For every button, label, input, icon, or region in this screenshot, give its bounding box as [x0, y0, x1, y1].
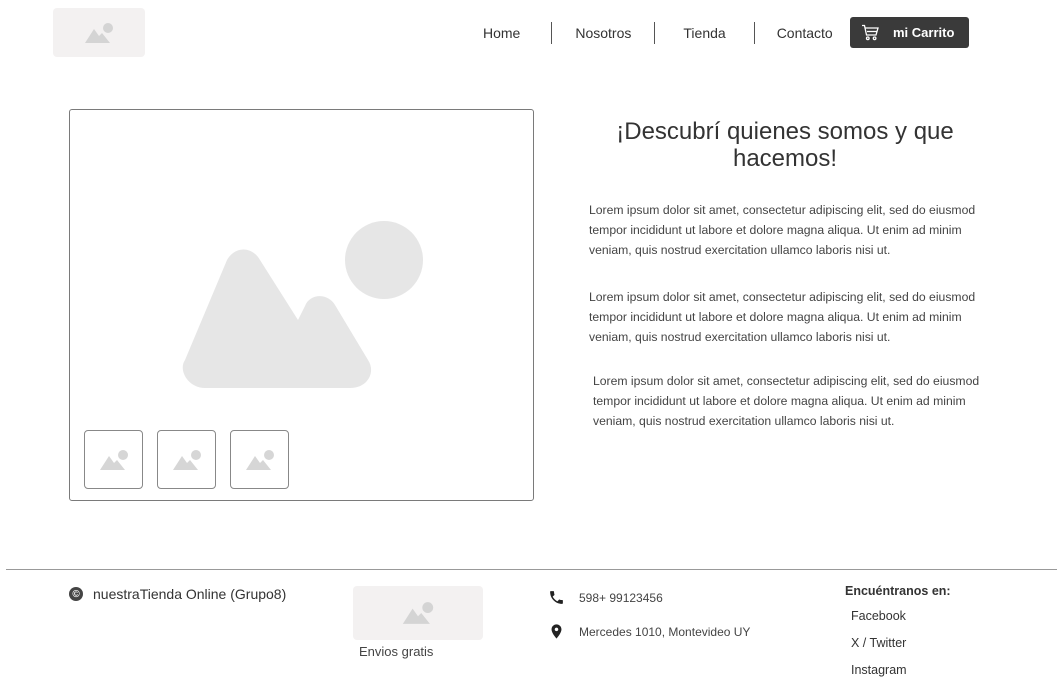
cart-button[interactable]: mi Carrito: [850, 17, 969, 48]
image-placeholder-icon: [172, 449, 201, 470]
about-paragraph: Lorem ipsum dolor sit amet, consectetur …: [589, 203, 976, 257]
image-placeholder-icon: [85, 22, 113, 43]
social-link-twitter[interactable]: X / Twitter: [851, 636, 906, 650]
main-nav: Home Nosotros Tienda Contacto: [466, 17, 833, 48]
footer-divider: [6, 569, 1057, 570]
contact-phone[interactable]: 598+ 99123456: [548, 589, 663, 606]
page-title: ¡Descubrí quienes somos y que hacemos!: [616, 118, 954, 172]
phone-icon: [550, 591, 563, 604]
cart-icon: [862, 24, 879, 41]
about-paragraph: Lorem ipsum dolor sit amet, consectetur …: [593, 374, 980, 428]
copyright-icon: ©: [69, 587, 83, 601]
footer-brand: © nuestraTienda Online (Grupo8): [69, 586, 286, 602]
shipping-image: [353, 586, 483, 640]
nav-contacto[interactable]: Contacto: [777, 25, 833, 41]
social-heading: Encuéntranos en:: [845, 584, 951, 598]
phone-number: 598+ 99123456: [579, 590, 663, 605]
nav-divider: [654, 21, 656, 44]
product-gallery: [69, 109, 534, 501]
address-text: Mercedes 1010, Montevideo UY: [579, 624, 751, 639]
location-pin-icon: [551, 624, 562, 639]
about-paragraph: Lorem ipsum dolor sit amet, consectetur …: [589, 290, 976, 344]
site-logo[interactable]: [53, 8, 145, 57]
thumbnail[interactable]: [230, 430, 289, 489]
image-placeholder-icon: [99, 449, 128, 470]
social-link-facebook[interactable]: Facebook: [851, 609, 906, 623]
shipping-label: Envios gratis: [359, 644, 434, 659]
nav-home[interactable]: Home: [483, 25, 520, 41]
contact-address[interactable]: Mercedes 1010, Montevideo UY: [548, 623, 750, 640]
image-placeholder-icon: [245, 449, 274, 470]
nav-tienda[interactable]: Tienda: [683, 25, 725, 41]
thumbnail-strip: [84, 430, 289, 489]
nav-divider: [753, 21, 755, 44]
brand-name: nuestraTienda Online (Grupo8): [93, 586, 287, 602]
image-placeholder-icon: [182, 221, 423, 388]
nav-divider: [551, 21, 553, 44]
thumbnail[interactable]: [157, 430, 216, 489]
cart-label: mi Carrito: [893, 25, 955, 40]
thumbnail[interactable]: [84, 430, 143, 489]
social-link-instagram[interactable]: Instagram: [851, 663, 907, 677]
nav-nosotros[interactable]: Nosotros: [575, 25, 631, 41]
image-placeholder-icon: [402, 602, 434, 624]
